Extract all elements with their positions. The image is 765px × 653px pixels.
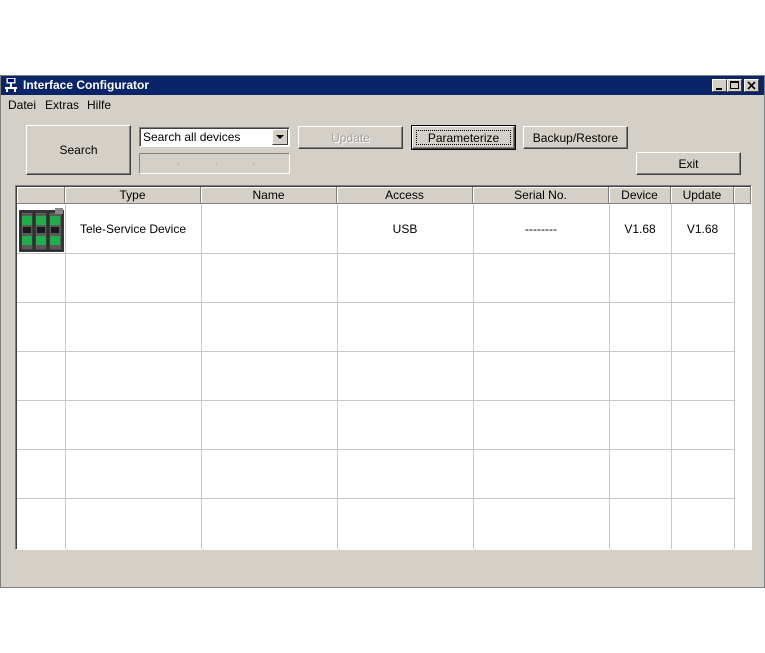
focus-rectangle [416, 130, 511, 145]
title-bar[interactable]: Interface Configurator [1, 76, 764, 95]
column-header-filler [734, 187, 751, 204]
close-icon [747, 81, 756, 90]
search-button[interactable]: Search [26, 125, 131, 175]
network-computer-icon [5, 78, 17, 92]
maximize-icon [730, 81, 739, 89]
progress-bar [139, 153, 290, 174]
grid-line [17, 498, 735, 499]
column-header-access[interactable]: Access [337, 187, 473, 204]
chevron-down-icon [276, 135, 284, 139]
column-header-serial[interactable]: Serial No. [473, 187, 609, 204]
column-header-name[interactable]: Name [201, 187, 337, 204]
menu-datei[interactable]: Datei [8, 98, 36, 112]
minimize-button[interactable] [712, 79, 727, 92]
grid-line [17, 449, 735, 450]
search-scope-value: Search all devices [143, 130, 241, 144]
grid-line [17, 302, 735, 303]
exit-button-label: Exit [678, 156, 699, 171]
backup-restore-button-label: Backup/Restore [532, 130, 619, 145]
update-button[interactable]: Update [298, 126, 403, 149]
close-button[interactable] [744, 79, 759, 92]
device-table[interactable]: Type Name Access Serial No. Device Updat… [15, 185, 752, 550]
progress-dot [253, 163, 254, 164]
column-header-device[interactable]: Device [609, 187, 671, 204]
grid-line [17, 253, 735, 254]
column-header-type[interactable]: Type [65, 187, 201, 204]
cell-update-version[interactable]: V1.68 [671, 205, 734, 253]
progress-dot [178, 163, 179, 164]
menu-hilfe[interactable]: Hilfe [87, 98, 111, 112]
cell-type[interactable]: Tele-Service Device [65, 205, 201, 253]
window-title: Interface Configurator [23, 78, 150, 92]
search-scope-dropdown[interactable]: Search all devices [139, 127, 290, 147]
grid-line [17, 351, 735, 352]
menu-extras[interactable]: Extras [45, 98, 79, 112]
update-button-label: Update [331, 130, 370, 145]
cell-serial[interactable]: -------- [473, 205, 609, 253]
backup-restore-button[interactable]: Backup/Restore [523, 126, 628, 149]
column-header-icon[interactable] [17, 187, 65, 204]
cell-device-version[interactable]: V1.68 [609, 205, 671, 253]
dropdown-button[interactable] [272, 129, 288, 145]
exit-button[interactable]: Exit [636, 152, 741, 175]
progress-dot [216, 163, 217, 164]
maximize-button[interactable] [727, 79, 742, 92]
search-button-label: Search [59, 143, 98, 157]
menu-bar: Datei Extras Hilfe [1, 97, 764, 113]
parameterize-button[interactable]: Parameterize [411, 125, 516, 150]
minimize-icon [716, 88, 722, 90]
column-header-update[interactable]: Update [671, 187, 734, 204]
cell-access[interactable]: USB [337, 205, 473, 253]
device-module-icon [19, 208, 64, 252]
grid-line [17, 400, 735, 401]
cell-name[interactable] [201, 205, 337, 253]
app-window: Interface Configurator Datei Extras Hilf… [0, 75, 765, 588]
